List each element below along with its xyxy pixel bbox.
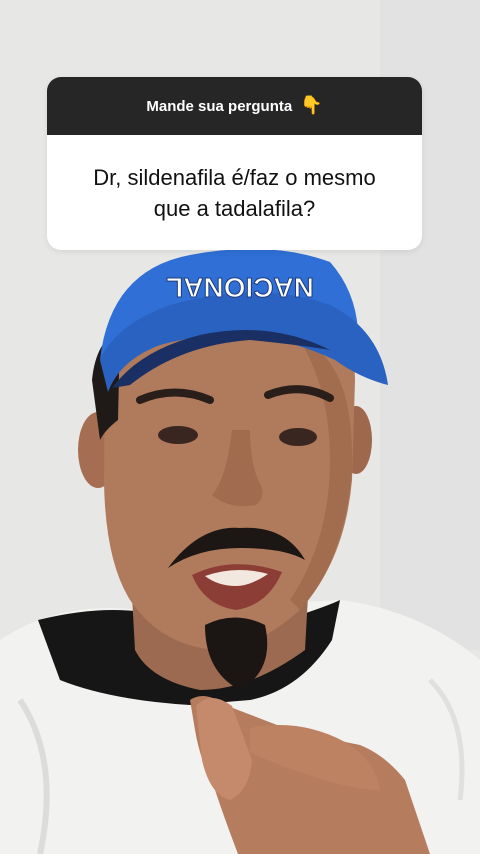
question-sticker: Mande sua pergunta 👇 Dr, sildenafila é/f… <box>47 77 422 250</box>
right-eye <box>279 428 317 446</box>
question-text: Dr, sildenafila é/faz o mesmo que a tada… <box>93 164 376 221</box>
question-sticker-title: Mande sua pergunta <box>146 97 293 115</box>
story-screen: NACIONAL Mande sua pergunta 👇 Dr, silden… <box>0 0 480 854</box>
question-sticker-body: Dr, sildenafila é/faz o mesmo que a tada… <box>47 135 422 250</box>
question-sticker-header: Mande sua pergunta 👇 <box>47 77 422 135</box>
cap-logo-text: NACIONAL <box>166 272 314 303</box>
backhand-index-pointing-down-icon: 👇 <box>300 95 323 116</box>
left-eye <box>158 426 198 444</box>
